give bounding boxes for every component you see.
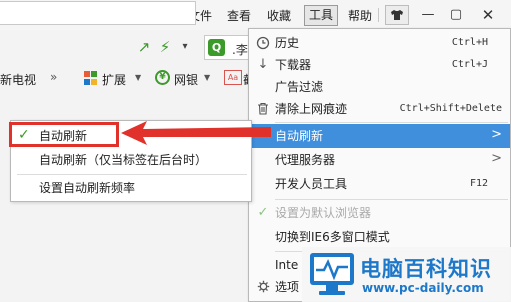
address-input[interactable] — [0, 1, 196, 25]
extensions-icon — [84, 71, 98, 85]
monitor-logo-icon — [310, 253, 354, 295]
menu-item-ad-filter[interactable]: 广告过滤 — [249, 75, 510, 99]
online-bank-button[interactable]: 网银 — [174, 71, 198, 88]
menu-item-label: 设置为默认浏览器 — [275, 206, 372, 220]
annotation-highlight-box — [9, 122, 119, 147]
bank-icon: ¥ — [155, 70, 170, 85]
menu-item-label: 下载器 — [275, 58, 312, 72]
share-icon[interactable]: ↗ — [135, 38, 153, 56]
menu-view[interactable]: 查看 — [227, 9, 251, 23]
search-icon[interactable]: Q — [208, 39, 225, 56]
check-icon: ✓ — [257, 205, 269, 220]
menu-tools[interactable]: 工具 — [304, 5, 338, 26]
watermark: 电脑百科知识 www.pc-daily.com — [302, 247, 511, 302]
menu-item-history[interactable]: 历史 Ctrl+H — [249, 31, 510, 55]
menu-item-set-default-browser: ✓ 设置为默认浏览器 — [249, 201, 510, 225]
menu-item-ie6-mode[interactable]: 切换到IE6多窗口模式 — [249, 225, 510, 249]
menu-item-dev-tools[interactable]: 开发人员工具 F12 — [249, 172, 510, 196]
chevron-down-icon[interactable]: ▾ — [176, 38, 194, 56]
menu-item-label: Inte — [275, 258, 299, 272]
search-text: .李 — [232, 43, 248, 57]
submenu-item-refresh-frequency[interactable]: 设置自动刷新频率 — [11, 176, 251, 200]
gear-icon — [255, 278, 271, 295]
download-icon: ↓ — [257, 57, 269, 72]
menu-item-auto-refresh[interactable]: 自动刷新 > — [249, 124, 510, 148]
chevron-right-icon: > — [491, 151, 502, 166]
menu-item-proxy[interactable]: 代理服务器 > — [249, 148, 510, 172]
submenu-item-label: 设置自动刷新频率 — [39, 181, 136, 195]
text-icon: Aa — [224, 70, 242, 85]
extensions-button[interactable]: 扩展 — [102, 71, 126, 88]
menu-item-label: 开发人员工具 — [275, 177, 348, 191]
shortcut-label: Ctrl+H — [451, 37, 488, 48]
menu-item-label: 广告过滤 — [275, 80, 324, 94]
menu-item-label: 切换到IE6多窗口模式 — [275, 230, 390, 244]
maximize-button[interactable]: ▢ — [444, 5, 468, 25]
bookmarks-more-chevron[interactable]: » — [50, 70, 57, 84]
menu-help[interactable]: 帮助 — [348, 9, 372, 23]
dropdown-arrow-icon[interactable]: ▼ — [135, 73, 141, 82]
trash-icon — [255, 100, 271, 117]
chevron-right-icon: > — [491, 127, 502, 142]
menu-item-label: 自动刷新 — [275, 129, 324, 143]
bookmark-tv[interactable]: 新电视 — [0, 71, 36, 88]
lightning-icon[interactable]: ⚡ — [156, 38, 174, 56]
watermark-title: 电脑百科知识 — [360, 257, 492, 281]
shortcut-label: F12 — [469, 178, 488, 189]
shortcut-label: Ctrl+Shift+Delete — [399, 103, 502, 114]
history-icon — [255, 34, 271, 51]
menu-divider — [17, 174, 247, 175]
dropdown-arrow-icon[interactable]: ▼ — [204, 73, 210, 82]
shirt-icon[interactable] — [385, 5, 409, 25]
menu-divider — [275, 199, 508, 200]
divider — [378, 8, 379, 22]
menu-favorites[interactable]: 收藏 — [267, 9, 291, 23]
annotation-arrow — [121, 121, 271, 145]
menu-item-label: 代理服务器 — [275, 153, 336, 167]
watermark-url: www.pc-daily.com — [362, 281, 484, 295]
close-button[interactable]: ✕ — [476, 5, 500, 25]
shortcut-label: Ctrl+J — [451, 59, 488, 70]
menu-item-label: 选项 — [275, 280, 300, 294]
menu-divider — [275, 122, 508, 123]
menu-item-clear-history[interactable]: 清除上网痕迹 Ctrl+Shift+Delete — [249, 97, 510, 121]
submenu-item-label: 自动刷新（仅当标签在后台时） — [39, 153, 208, 167]
minimize-button[interactable]: — — [416, 5, 440, 25]
menu-item-downloader[interactable]: ↓ 下载器 Ctrl+J — [249, 53, 510, 77]
menu-item-label: 历史 — [275, 36, 300, 50]
submenu-item-background-refresh[interactable]: 自动刷新（仅当标签在后台时） — [11, 148, 251, 172]
menu-item-label: 清除上网痕迹 — [275, 102, 348, 116]
